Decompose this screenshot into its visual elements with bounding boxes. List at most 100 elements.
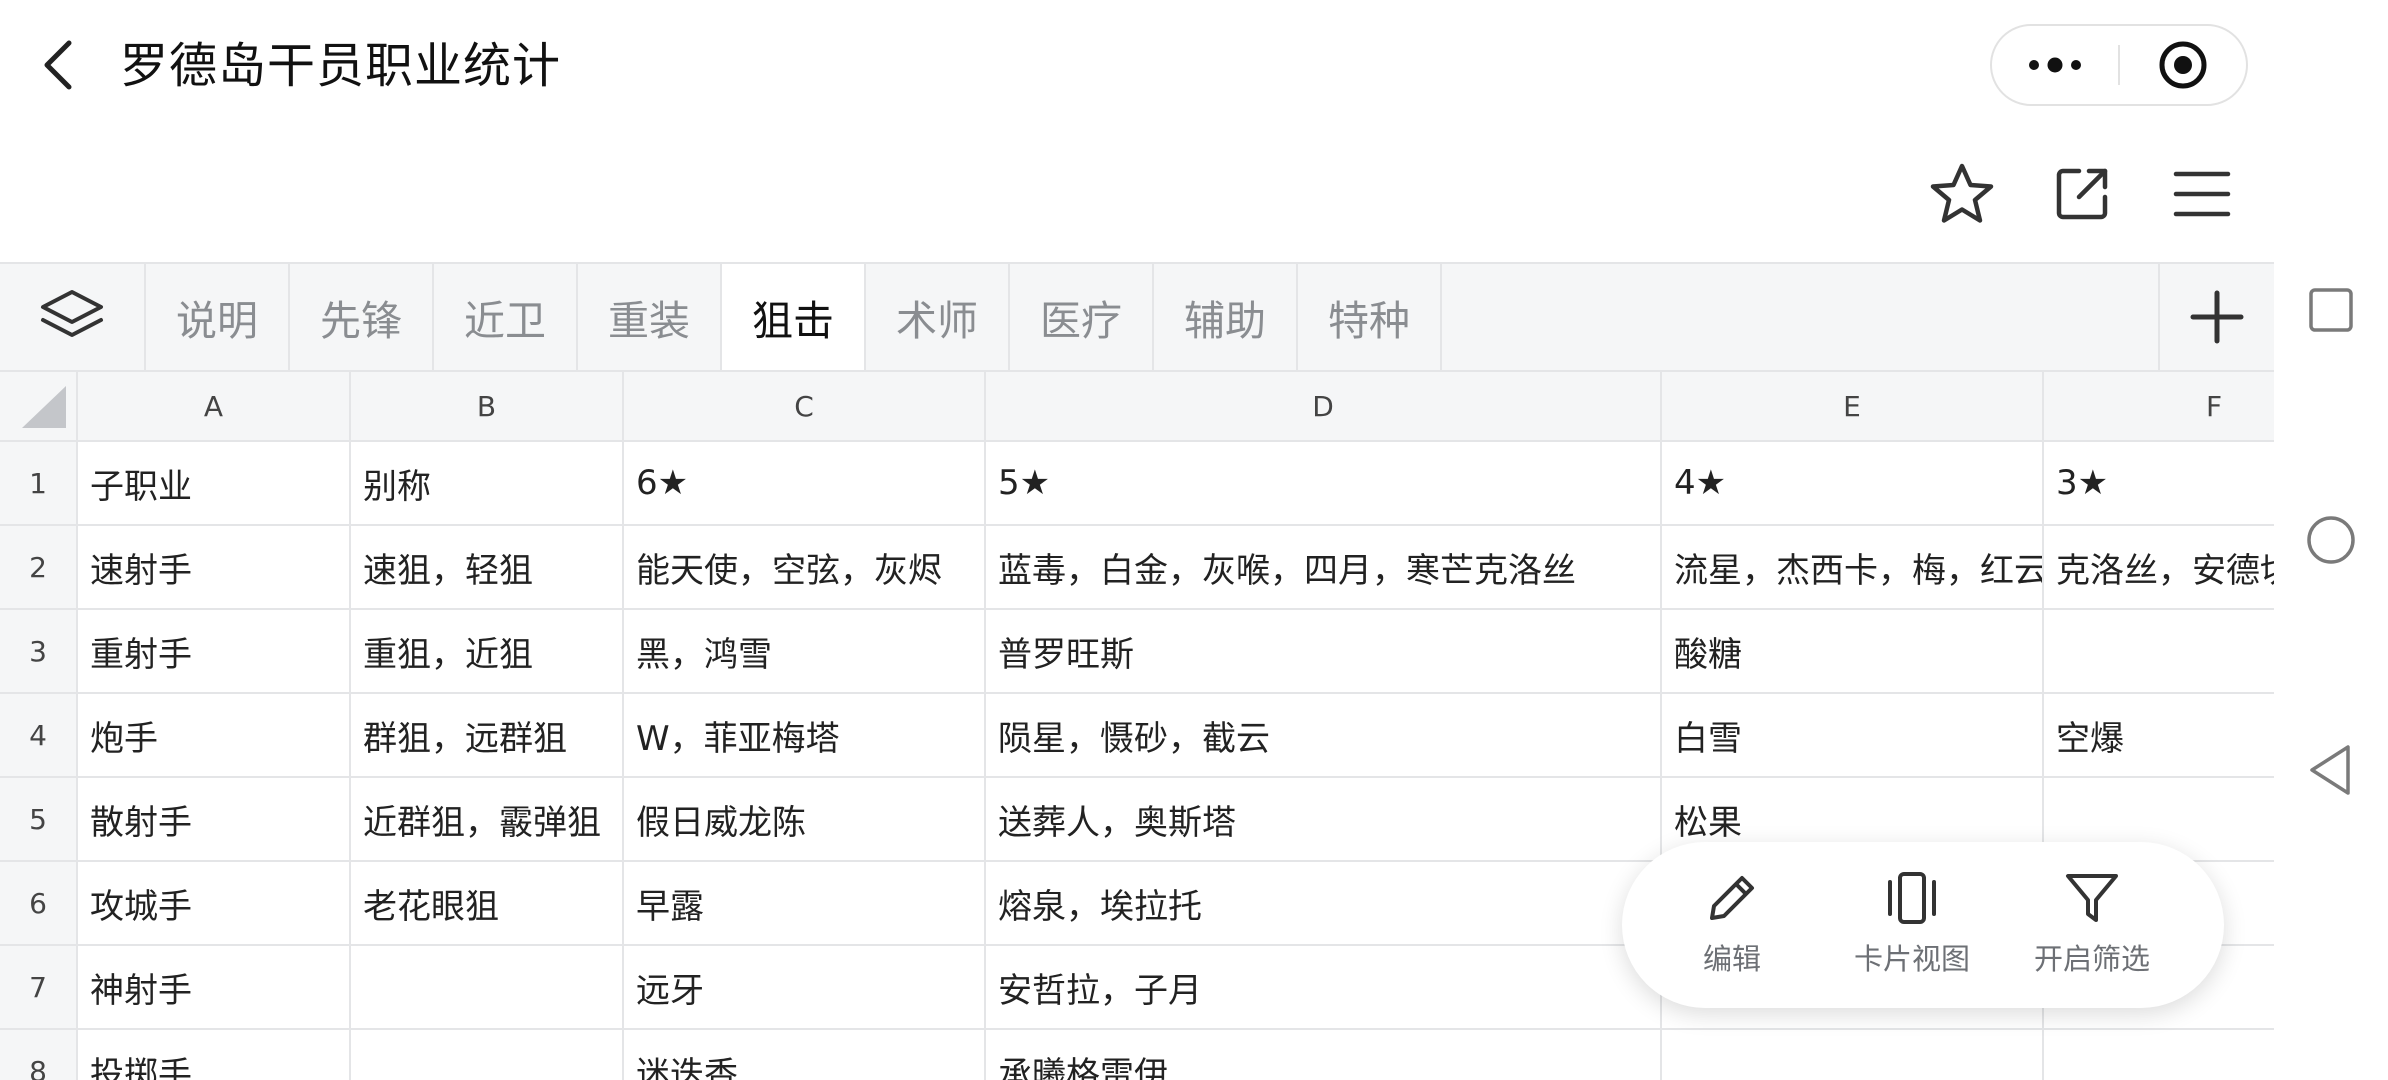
- table-cell[interactable]: 普罗旺斯: [986, 610, 1662, 692]
- table-cell[interactable]: 送葬人，奥斯塔: [986, 778, 1662, 860]
- square-icon: [2309, 288, 2353, 332]
- table-cell[interactable]: 群狙，远群狙: [351, 694, 624, 776]
- table-cell[interactable]: 远牙: [624, 946, 986, 1028]
- tab-yiliao[interactable]: 医疗: [1010, 264, 1154, 370]
- home-button[interactable]: [2301, 510, 2361, 570]
- table-cell[interactable]: 速狙，轻狙: [351, 526, 624, 608]
- table-cell[interactable]: 攻城手: [78, 862, 351, 944]
- share-button[interactable]: [2042, 158, 2122, 230]
- column-header-e[interactable]: E: [1662, 372, 2044, 440]
- tab-shuoming[interactable]: 说明: [146, 264, 290, 370]
- close-miniapp-button[interactable]: [2120, 26, 2246, 104]
- edit-label: 编辑: [1702, 942, 1761, 976]
- add-sheet-button[interactable]: [2158, 264, 2274, 370]
- row-header[interactable]: 1: [0, 442, 78, 524]
- hamburger-menu-icon: [2173, 171, 2231, 217]
- table-cell[interactable]: 5★: [986, 442, 1662, 524]
- row-header[interactable]: 4: [0, 694, 78, 776]
- table-cell[interactable]: 3★: [2044, 442, 2274, 524]
- table-cell[interactable]: W，菲亚梅塔: [624, 694, 986, 776]
- table-cell[interactable]: [2044, 1030, 2274, 1080]
- table-cell[interactable]: 重射手: [78, 610, 351, 692]
- table-cell[interactable]: 酸糖: [1662, 610, 2044, 692]
- table-cell[interactable]: 炮手: [78, 694, 351, 776]
- row-header[interactable]: 3: [0, 610, 78, 692]
- table-cell[interactable]: 白雪: [1662, 694, 2044, 776]
- tab-zhongzhuang[interactable]: 重装: [578, 264, 722, 370]
- filter-button[interactable]: 开启筛选: [2002, 870, 2182, 986]
- column-header-b[interactable]: B: [351, 372, 624, 440]
- table-cell[interactable]: [351, 946, 624, 1028]
- tab-shushi[interactable]: 术师: [866, 264, 1010, 370]
- circle-icon: [2307, 516, 2355, 564]
- table-cell[interactable]: [351, 1030, 624, 1080]
- pencil-icon: [1710, 876, 1754, 920]
- table-cell[interactable]: 熔泉，埃拉托: [986, 862, 1662, 944]
- table-cell[interactable]: 早露: [624, 862, 986, 944]
- table-cell[interactable]: 神射手: [78, 946, 351, 1028]
- row-header[interactable]: 2: [0, 526, 78, 608]
- column-header-c[interactable]: C: [624, 372, 986, 440]
- table-cell[interactable]: 安哲拉，子月: [986, 946, 1662, 1028]
- table-cell[interactable]: 假日威龙陈: [624, 778, 986, 860]
- row-header[interactable]: 6: [0, 862, 78, 944]
- table-cell[interactable]: 子职业: [78, 442, 351, 524]
- table-cell[interactable]: 速射手: [78, 526, 351, 608]
- system-back-button[interactable]: [2301, 740, 2361, 800]
- miniapp-capsule: [1990, 24, 2248, 106]
- tab-jinwei[interactable]: 近卫: [434, 264, 578, 370]
- table-cell[interactable]: 投掷手: [78, 1030, 351, 1080]
- back-button[interactable]: [28, 30, 88, 100]
- navbar: 罗德岛干员职业统计: [0, 0, 2274, 262]
- table-cell[interactable]: 能天使，空弦，灰烬: [624, 526, 986, 608]
- column-header-d[interactable]: D: [986, 372, 1662, 440]
- row-header[interactable]: 7: [0, 946, 78, 1028]
- filter-label: 开启筛选: [2033, 942, 2150, 976]
- tab-fuzhu[interactable]: 辅助: [1154, 264, 1298, 370]
- table-cell[interactable]: [1662, 1030, 2044, 1080]
- tab-xianfeng[interactable]: 先锋: [290, 264, 434, 370]
- row-header[interactable]: 5: [0, 778, 78, 860]
- card-view-button[interactable]: 卡片视图: [1822, 870, 2002, 986]
- table-cell[interactable]: 黑，鸿雪: [624, 610, 986, 692]
- table-cell[interactable]: 空爆: [2044, 694, 2274, 776]
- table-cell[interactable]: 近群狙，霰弹狙: [351, 778, 624, 860]
- table-row: 8 投掷手 迷迭香 承曦格雷伊: [0, 1030, 2274, 1080]
- triangle-back-icon: [2310, 745, 2350, 795]
- table-cell[interactable]: 6★: [624, 442, 986, 524]
- column-header-f[interactable]: F: [2044, 372, 2274, 440]
- table-row: 4 炮手 群狙，远群狙 W，菲亚梅塔 陨星，慑砂，截云 白雪 空爆: [0, 694, 2274, 778]
- corner-triangle-icon: [22, 386, 66, 428]
- toolbar: [0, 158, 2274, 230]
- row-header[interactable]: 8: [0, 1030, 78, 1080]
- sheet-list-button[interactable]: [0, 264, 146, 370]
- table-cell[interactable]: [2044, 610, 2274, 692]
- table-cell[interactable]: 散射手: [78, 778, 351, 860]
- select-all-corner[interactable]: [0, 372, 78, 440]
- table-cell[interactable]: 4★: [1662, 442, 2044, 524]
- sheet-tab-bar: 说明 先锋 近卫 重装 狙击 术师 医疗 辅助 特种: [0, 262, 2274, 372]
- tab-tezhong[interactable]: 特种: [1298, 264, 1442, 370]
- page-title: 罗德岛干员职业统计: [120, 38, 562, 94]
- table-cell[interactable]: 克洛丝，安德切尔: [2044, 526, 2274, 608]
- table-cell[interactable]: 流星，杰西卡，梅，红云: [1662, 526, 2044, 608]
- app-window: 罗德岛干员职业统计 说明 先锋 近卫 重装 狙击 术师 医疗 辅助 特种 A B…: [0, 0, 2274, 1080]
- menu-button[interactable]: [2162, 158, 2242, 230]
- table-cell[interactable]: 老花眼狙: [351, 862, 624, 944]
- table-cell[interactable]: 陨星，慑砂，截云: [986, 694, 1662, 776]
- card-view-icon: [1888, 872, 1936, 924]
- tab-juji[interactable]: 狙击: [722, 264, 866, 370]
- column-header-a[interactable]: A: [78, 372, 351, 440]
- recents-button[interactable]: [2301, 280, 2361, 340]
- edit-button[interactable]: 编辑: [1642, 870, 1822, 986]
- star-icon: [1930, 163, 1994, 223]
- filter-icon: [2066, 874, 2118, 922]
- table-cell[interactable]: 别称: [351, 442, 624, 524]
- more-button[interactable]: [1992, 26, 2118, 104]
- table-row: 1 子职业 别称 6★ 5★ 4★ 3★: [0, 442, 2274, 526]
- table-cell[interactable]: 蓝毒，白金，灰喉，四月，寒芒克洛丝: [986, 526, 1662, 608]
- favorite-button[interactable]: [1922, 158, 2002, 230]
- table-cell[interactable]: 重狙，近狙: [351, 610, 624, 692]
- table-cell[interactable]: 承曦格雷伊: [986, 1030, 1662, 1080]
- table-cell[interactable]: 迷迭香: [624, 1030, 986, 1080]
